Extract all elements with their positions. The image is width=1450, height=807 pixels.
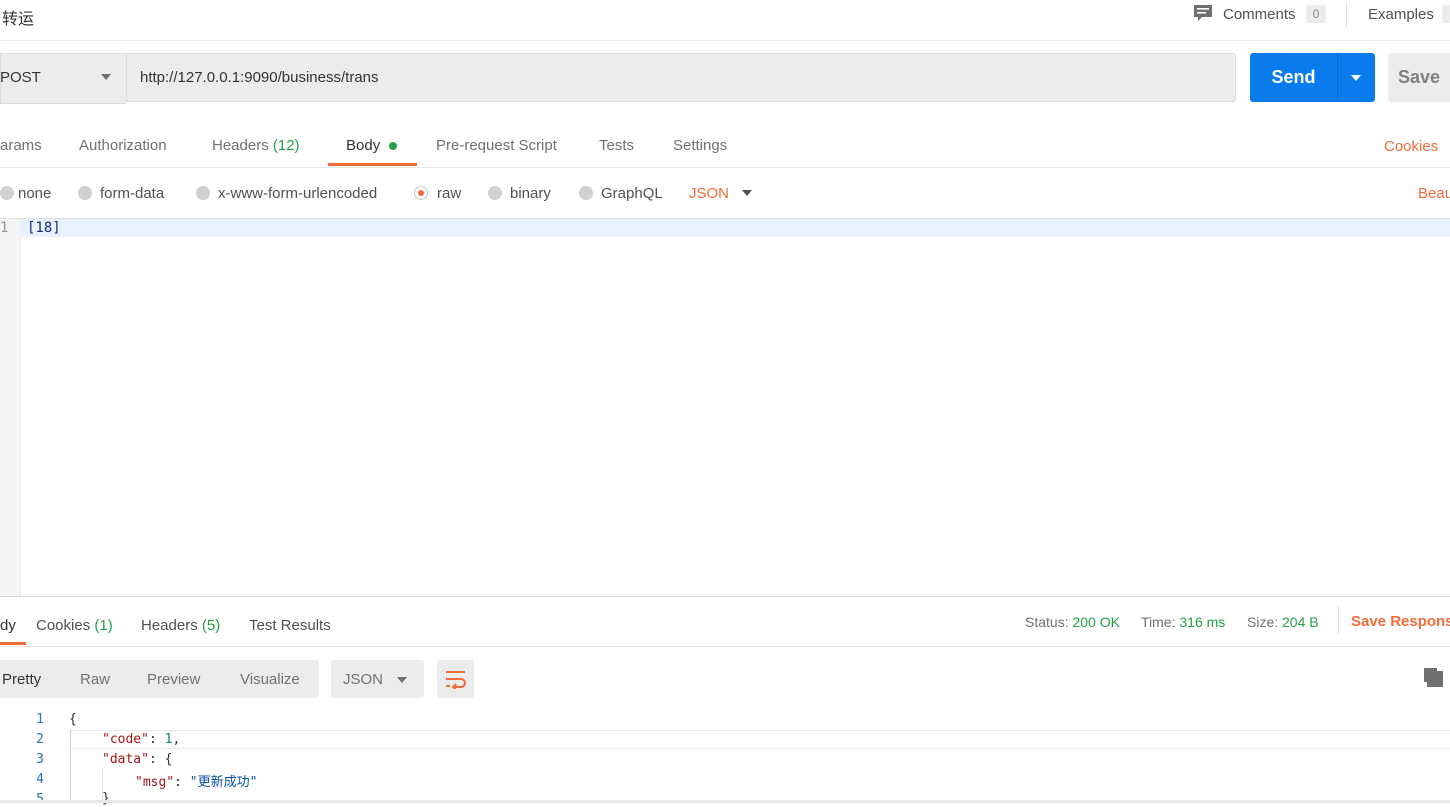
json-key: "code" xyxy=(102,732,149,747)
tab-prerequest-script[interactable]: Pre-request Script xyxy=(436,137,557,154)
chevron-down-icon xyxy=(397,677,407,683)
divider xyxy=(0,167,1450,168)
headers-count: (12) xyxy=(272,137,300,154)
body-editor[interactable]: 1 [18] xyxy=(0,218,1450,597)
tab-label: Cookies xyxy=(36,617,91,634)
json-key: "data" xyxy=(102,752,149,767)
editor-gutter xyxy=(0,219,21,596)
view-mode-preview[interactable]: Preview xyxy=(147,671,200,688)
request-title[interactable]: 转运 xyxy=(2,5,34,29)
divider xyxy=(1346,2,1347,28)
comment-icon[interactable] xyxy=(1193,4,1213,22)
radio-graphql[interactable] xyxy=(579,186,593,200)
tab-body[interactable]: Body xyxy=(346,137,380,154)
examples-count-badge xyxy=(1442,5,1450,23)
tab-label: Headers xyxy=(212,137,269,154)
save-response-button[interactable]: Save Respons xyxy=(1351,613,1450,630)
response-tab-cookies[interactable]: Cookies (1) xyxy=(36,617,113,634)
status-value: 200 OK xyxy=(1072,614,1120,630)
code-line: "msg": "更新成功" xyxy=(135,775,258,790)
tab-headers[interactable]: Headers (12) xyxy=(212,137,300,154)
size-meta[interactable]: Size: 204 B xyxy=(1247,614,1319,630)
url-input[interactable]: http://127.0.0.1:9090/business/trans xyxy=(126,53,1236,102)
radio-label-raw[interactable]: raw xyxy=(437,185,461,202)
headers-count: (5) xyxy=(201,617,221,634)
comments-count-badge: 0 xyxy=(1306,5,1326,23)
tab-params[interactable]: arams xyxy=(0,137,42,154)
editor-line[interactable]: [18] xyxy=(27,220,61,236)
tab-tests[interactable]: Tests xyxy=(599,137,634,154)
examples-button[interactable]: Examples xyxy=(1368,6,1434,23)
tab-settings[interactable]: Settings xyxy=(673,137,727,154)
active-tab-underline xyxy=(0,642,26,645)
json-key: "msg" xyxy=(135,775,175,790)
code-line: } xyxy=(102,791,110,806)
size-label: Size: xyxy=(1247,614,1279,630)
editor-active-line xyxy=(20,219,1450,237)
radio-raw[interactable] xyxy=(414,186,428,200)
save-button[interactable]: Save xyxy=(1388,53,1450,102)
response-tab-test-results[interactable]: Test Results xyxy=(249,617,331,634)
response-format-label: JSON xyxy=(343,671,384,688)
code-line: "data": { xyxy=(102,752,173,767)
method-label: POST xyxy=(0,69,41,86)
time-meta[interactable]: Time: 316 ms xyxy=(1141,614,1225,630)
time-value: 316 ms xyxy=(1179,614,1226,630)
view-mode-raw[interactable]: Raw xyxy=(80,671,110,688)
chevron-down-icon xyxy=(1351,75,1361,81)
code-line: "code": 1, xyxy=(102,732,181,747)
cookies-link[interactable]: Cookies xyxy=(1384,138,1438,155)
divider xyxy=(1338,606,1339,634)
body-format-select[interactable]: JSON xyxy=(689,185,729,202)
line-number: 1 xyxy=(36,712,44,727)
json-string: "更新成功" xyxy=(189,775,258,790)
copy-icon[interactable] xyxy=(1422,666,1444,688)
json-number: 1 xyxy=(164,732,173,747)
beautify-link[interactable]: Beau xyxy=(1418,185,1450,202)
response-tab-headers[interactable]: Headers (5) xyxy=(141,617,220,634)
wrap-lines-button[interactable] xyxy=(437,660,474,698)
wrap-lines-icon xyxy=(446,671,466,689)
time-label: Time: xyxy=(1141,614,1176,630)
line-number: 2 xyxy=(36,732,44,747)
radio-none[interactable] xyxy=(0,186,14,200)
radio-label-none[interactable]: none xyxy=(18,185,51,202)
line-number: 1 xyxy=(0,220,9,236)
status-meta[interactable]: Status: 200 OK xyxy=(1025,614,1120,630)
view-mode-pretty[interactable]: Pretty xyxy=(2,671,41,688)
radio-label-binary[interactable]: binary xyxy=(510,185,551,202)
response-tab-body[interactable]: dy xyxy=(0,617,16,634)
divider xyxy=(0,646,1450,647)
send-button[interactable]: Send xyxy=(1250,53,1337,102)
cookies-count: (1) xyxy=(94,617,113,634)
radio-form-data[interactable] xyxy=(78,186,92,200)
radio-label-form-data[interactable]: form-data xyxy=(100,185,164,202)
body-indicator-dot xyxy=(389,142,397,150)
status-label: Status: xyxy=(1025,614,1069,630)
active-tab-underline xyxy=(328,163,417,166)
response-active-line xyxy=(70,730,1450,749)
tab-label: Headers xyxy=(141,617,198,634)
send-options-button[interactable] xyxy=(1337,53,1375,102)
radio-urlencoded[interactable] xyxy=(196,186,210,200)
tab-authorization[interactable]: Authorization xyxy=(79,137,167,154)
radio-label-graphql[interactable]: GraphQL xyxy=(601,185,663,202)
code-line: { xyxy=(69,712,77,727)
comments-button[interactable]: Comments xyxy=(1223,6,1296,23)
line-number: 3 xyxy=(36,752,44,767)
chevron-down-icon[interactable] xyxy=(742,190,752,196)
view-mode-visualize[interactable]: Visualize xyxy=(240,671,300,688)
radio-binary[interactable] xyxy=(488,186,502,200)
indent-guide xyxy=(70,730,71,803)
radio-label-urlencoded[interactable]: x-www-form-urlencoded xyxy=(218,185,377,202)
line-number: 4 xyxy=(36,772,44,787)
chevron-down-icon[interactable] xyxy=(101,74,111,80)
size-value: 204 B xyxy=(1282,614,1319,630)
